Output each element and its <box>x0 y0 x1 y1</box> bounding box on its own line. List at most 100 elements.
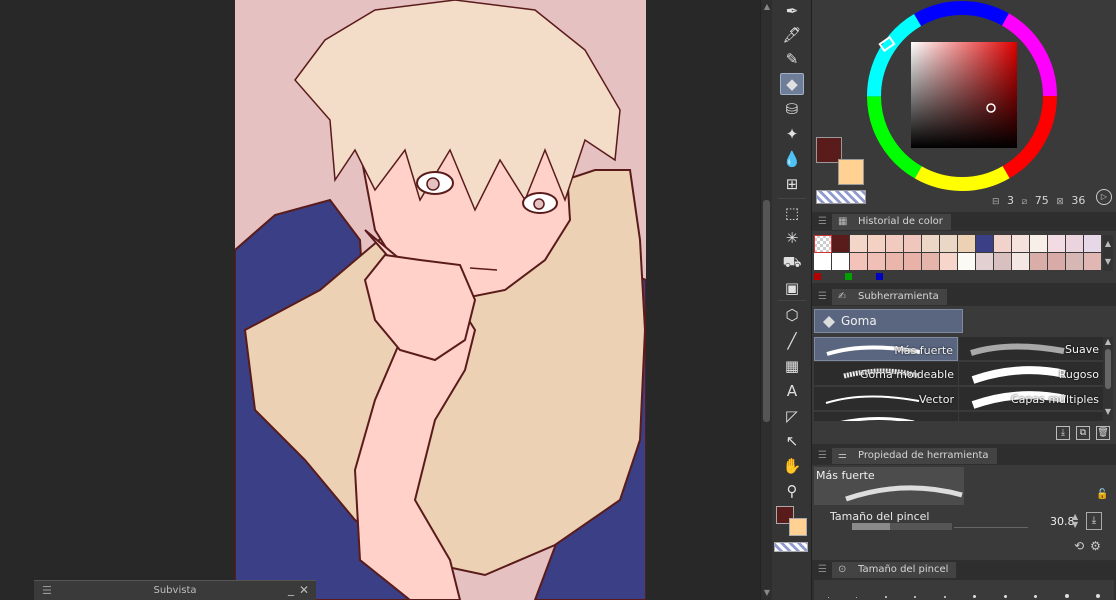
color-swatch[interactable] <box>1012 253 1030 271</box>
color-swatch[interactable] <box>976 253 994 271</box>
color-swatch[interactable] <box>940 253 958 271</box>
transparent-color-swatch[interactable] <box>816 190 866 204</box>
brush-size-value[interactable]: 30.8 <box>1050 515 1075 528</box>
reset-icon[interactable]: ⟲ <box>1074 539 1084 553</box>
color-swatch[interactable] <box>1084 253 1102 271</box>
blend-icon[interactable]: ⛁ <box>780 98 804 120</box>
color-swatch[interactable] <box>1030 253 1048 271</box>
hand-icon[interactable]: ✋ <box>780 455 804 477</box>
size-preset[interactable] <box>1096 594 1101 598</box>
correction-line-icon[interactable]: ↖ <box>780 430 804 452</box>
text-icon[interactable]: A <box>780 380 804 402</box>
canvas-vertical-scrollbar[interactable]: ▲ ▼ <box>760 0 772 600</box>
size-preset[interactable] <box>914 596 917 598</box>
size-preset[interactable] <box>1003 595 1007 598</box>
scrollbar-thumb[interactable] <box>763 200 770 422</box>
scroll-down-icon[interactable]: ▼ <box>1103 253 1113 271</box>
color-swatch[interactable] <box>1066 253 1084 271</box>
color-swatch[interactable] <box>922 253 940 271</box>
lock-icon[interactable]: 🔓 <box>1096 489 1108 500</box>
line-icon[interactable]: ╱ <box>780 330 804 352</box>
subtool-group-eraser[interactable]: Goma <box>814 309 963 333</box>
color-swatch[interactable] <box>922 235 940 253</box>
tab-tool-property[interactable]: ⚌ Propiedad de herramienta <box>832 448 997 464</box>
gradient-icon[interactable]: ▣ <box>780 277 804 299</box>
brush-size-slider[interactable] <box>852 523 952 530</box>
color-swatch[interactable] <box>1048 253 1066 271</box>
tab-subtool[interactable]: ✍ Subherramienta <box>832 289 947 305</box>
size-preset[interactable] <box>884 596 887 598</box>
size-preset[interactable] <box>856 597 858 598</box>
panel-menu-icon[interactable]: ☰ <box>818 450 827 461</box>
sub-color-swatch[interactable] <box>838 159 864 185</box>
perspective-grid-icon[interactable]: ⊞ <box>780 173 804 195</box>
marker-icon[interactable]: 🖋 <box>780 24 804 46</box>
brush-multi-layer[interactable]: Capas múltiples <box>959 387 1103 411</box>
frame-icon[interactable]: ◸ <box>780 405 804 427</box>
lasso-select-icon[interactable]: ⬚ <box>780 202 804 224</box>
brush-kneaded[interactable]: Goma moldeable <box>814 362 958 386</box>
color-history-scrollbar[interactable]: ▲ ▼ <box>1103 235 1113 271</box>
brush-hard[interactable]: Más fuerte <box>814 337 958 361</box>
brush-size-pressure-icon[interactable]: ⤓ <box>1086 512 1102 530</box>
subtool-scrollbar[interactable]: ▲ ▼ <box>1103 337 1113 421</box>
pencil-icon[interactable]: ✎ <box>780 48 804 70</box>
scroll-down-icon[interactable]: ▼ <box>762 588 772 598</box>
color-swatch[interactable] <box>868 253 886 271</box>
brush-vector[interactable]: Vector <box>814 387 958 411</box>
color-swatch[interactable] <box>1030 235 1048 253</box>
brush-partial[interactable] <box>814 412 958 422</box>
color-swatch[interactable] <box>1066 235 1084 253</box>
primary-color-chip[interactable] <box>845 273 852 280</box>
color-swatch[interactable] <box>850 235 868 253</box>
color-swatch[interactable] <box>994 235 1012 253</box>
panel-menu-icon[interactable]: ☰ <box>818 564 827 575</box>
color-swatch[interactable] <box>958 235 976 253</box>
pattern-icon[interactable]: ▦ <box>780 355 804 377</box>
size-preset[interactable] <box>1064 594 1069 598</box>
color-wheel[interactable] <box>866 0 1062 192</box>
color-swatch[interactable] <box>904 253 922 271</box>
close-icon[interactable]: ✕ <box>299 583 309 597</box>
color-swatch[interactable] <box>1012 235 1030 253</box>
size-preset[interactable] <box>827 597 829 598</box>
size-preset[interactable] <box>1034 595 1038 598</box>
primary-color-chip[interactable] <box>814 273 821 280</box>
color-swatch[interactable] <box>814 235 832 253</box>
color-swatch[interactable] <box>940 235 958 253</box>
panel-menu-icon[interactable]: ☰ <box>818 216 827 227</box>
color-swatch[interactable] <box>868 235 886 253</box>
color-mode-toggle-icon[interactable]: ▷ <box>1096 189 1112 205</box>
color-swatch[interactable] <box>1084 235 1102 253</box>
tab-brush-size[interactable]: ⊙ Tamaño del pincel <box>832 562 957 578</box>
brush-soft[interactable]: Suave <box>959 337 1103 361</box>
artwork-canvas[interactable] <box>235 0 646 600</box>
color-swatch[interactable] <box>886 253 904 271</box>
decoration-icon[interactable]: ✦ <box>780 123 804 145</box>
size-preset[interactable] <box>973 595 977 598</box>
panel-menu-icon[interactable]: ☰ <box>818 291 827 302</box>
scroll-up-icon[interactable]: ▲ <box>1103 235 1113 253</box>
scrollbar-thumb[interactable] <box>1105 349 1111 389</box>
ink-drop-icon[interactable]: 💧 <box>780 148 804 170</box>
brush-rough[interactable]: Rugoso <box>959 362 1103 386</box>
scroll-up-icon[interactable]: ▲ <box>762 2 772 12</box>
delete-subtool-icon[interactable]: 🗑 <box>1096 426 1110 440</box>
brush-empty[interactable] <box>959 412 1103 422</box>
color-swatch[interactable] <box>886 235 904 253</box>
tab-color-history[interactable]: ▦ Historial de color <box>832 214 951 230</box>
color-swatch[interactable] <box>832 235 850 253</box>
duplicate-subtool-icon[interactable]: ⧉ <box>1076 426 1090 440</box>
color-swatch[interactable] <box>976 235 994 253</box>
color-swatch[interactable] <box>814 253 832 271</box>
color-swatch[interactable] <box>832 253 850 271</box>
toolbar-sub-color[interactable] <box>789 518 807 536</box>
primary-color-chip[interactable] <box>876 273 883 280</box>
canvas-area[interactable] <box>0 0 760 600</box>
scroll-up-icon[interactable]: ▲ <box>1103 337 1113 347</box>
color-swatch[interactable] <box>1048 235 1066 253</box>
pen-icon[interactable]: ✒ <box>780 0 804 22</box>
size-preset[interactable] <box>943 596 946 598</box>
eraser-icon[interactable]: ◆ <box>780 73 804 95</box>
color-swatch[interactable] <box>904 235 922 253</box>
